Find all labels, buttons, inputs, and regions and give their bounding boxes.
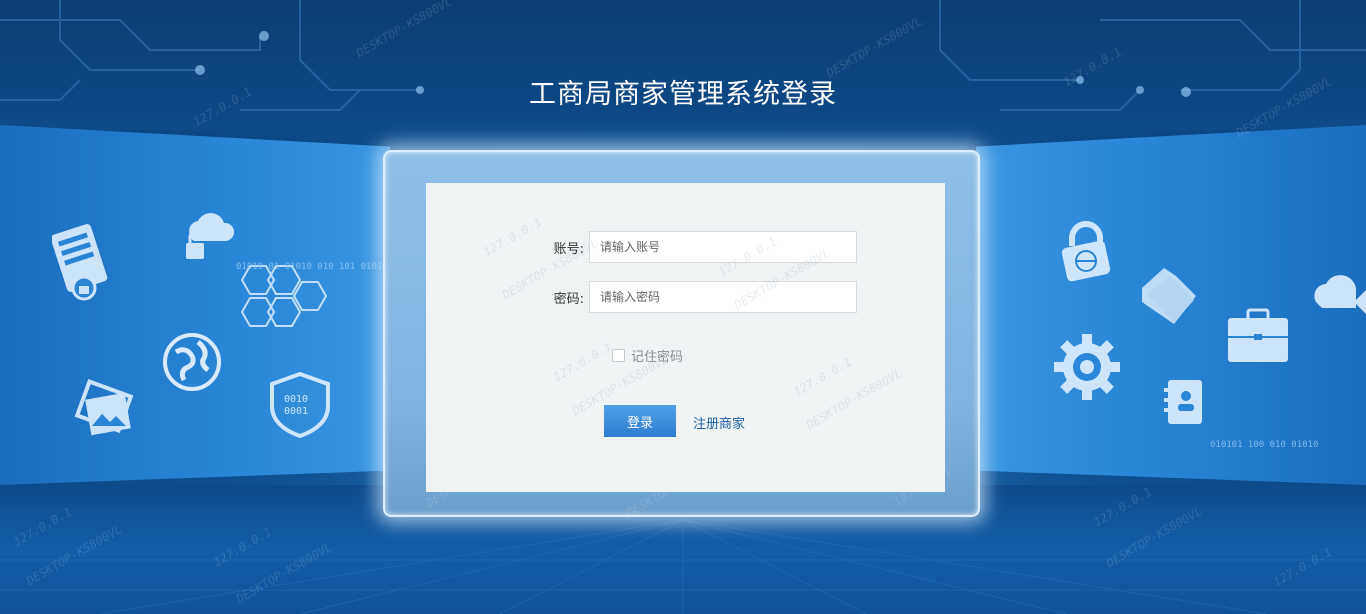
lock-globe-icon (1058, 218, 1116, 286)
register-link[interactable]: 注册商家 (693, 413, 745, 432)
login-button[interactable]: 登录 (604, 405, 676, 437)
contact-book-icon (1162, 378, 1206, 432)
svg-text:0010: 0010 (284, 394, 308, 405)
binary-strip-right: 010101 100 010 01010 (1210, 440, 1319, 450)
login-card: 账号: 密码: 记住密码 登录 注册商家 (426, 183, 945, 492)
briefcase-icon (1226, 306, 1290, 370)
photo-gallery-icon (74, 378, 138, 446)
server-lock-icon (50, 222, 122, 306)
hexagon-network-icon (232, 262, 342, 336)
globe-icon (162, 332, 222, 396)
page-title: 工商局商家管理系统登录 (529, 79, 837, 110)
svg-text:0001: 0001 (284, 406, 308, 417)
folder-icon (1134, 262, 1204, 336)
cloud-lock-icon (180, 205, 240, 269)
password-label: 密码: (553, 292, 584, 307)
cloud-upload-icon (1308, 262, 1366, 330)
shield-binary-icon: 0010 0001 (268, 371, 332, 442)
binary-strip-left: 01010 01 01010 010 101 01010 (236, 262, 388, 272)
gear-icon (1052, 332, 1122, 406)
password-input[interactable] (589, 281, 857, 313)
